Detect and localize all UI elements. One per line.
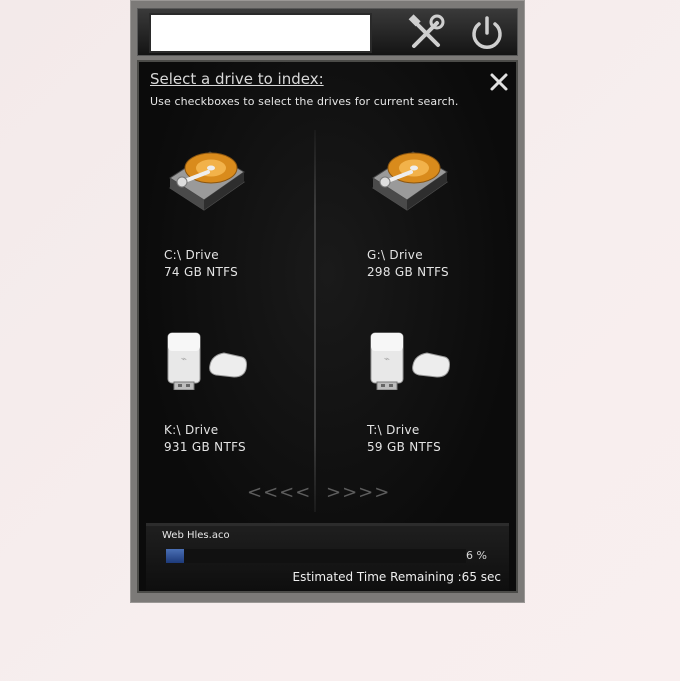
svg-text:⌁: ⌁ [384,354,390,365]
close-icon [490,73,508,91]
progress-fill [166,549,184,563]
next-page-button[interactable]: >>>> [326,482,390,503]
drive-size: 74 GB NTFS [164,265,239,279]
drive-name: T:\ Drive [367,423,420,437]
current-file-label: Web Hles.aco [162,530,230,541]
usb-drive-icon: ⌁ [167,332,247,390]
estimated-time-remaining: Estimated Time Remaining :65 sec [292,570,501,584]
power-icon [472,16,502,49]
status-area: Web Hles.aco 6 % Estimated Time Remainin… [146,523,509,591]
drive-item-t[interactable]: ⌁ T:\ Drive 59 GB NTFS [367,305,477,455]
hard-drive-icon [372,151,448,211]
drive-item-c[interactable]: C:\ Drive 74 GB NTFS [164,130,274,280]
svg-text:⌁: ⌁ [181,354,187,365]
drive-item-g[interactable]: G:\ Drive 298 GB NTFS [367,130,477,280]
panel-subtitle: Use checkboxes to select the drives for … [150,95,459,108]
power-button[interactable] [467,13,507,53]
tools-button[interactable] [406,13,446,53]
drive-name: C:\ Drive [164,248,219,262]
drive-item-k[interactable]: ⌁ K:\ Drive 931 GB NTFS [164,305,274,455]
close-button[interactable] [489,72,509,92]
panel-title[interactable]: Select a drive to index: [150,70,324,88]
drive-size: 59 GB NTFS [367,440,442,454]
drive-size: 298 GB NTFS [367,265,449,279]
drive-size: 931 GB NTFS [164,440,246,454]
hard-drive-icon [169,151,245,211]
drive-panel: Select a drive to index: Use checkboxes … [137,60,518,593]
progress-percent: 6 % [466,549,487,562]
usb-drive-icon: ⌁ [370,332,450,390]
prev-page-button[interactable]: <<<< [247,482,311,503]
tools-icon [408,14,445,48]
drive-name: G:\ Drive [367,248,423,262]
progress-bar [166,549,466,563]
indexer-widget: Select a drive to index: Use checkboxes … [130,0,525,603]
column-divider [314,130,316,512]
drive-name: K:\ Drive [164,423,219,437]
top-bar [137,8,518,56]
search-input[interactable] [149,13,372,53]
